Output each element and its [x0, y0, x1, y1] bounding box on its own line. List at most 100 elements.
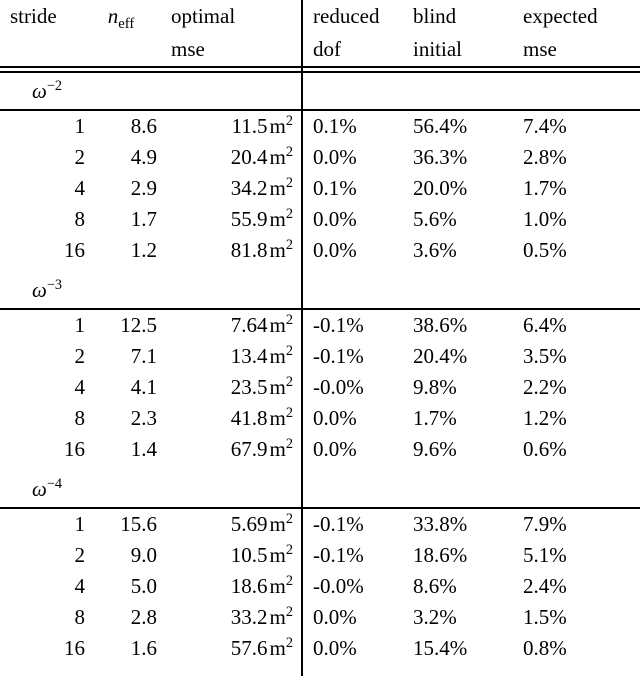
group-label-row: ω−3	[0, 272, 640, 308]
cell-reduced-dof: 0.0%	[313, 636, 357, 660]
table-row: 16 1.4 67.9m2 0.0% 9.6% 0.6%	[0, 434, 640, 465]
cell-optimal-mse: 11.5m2	[231, 113, 293, 138]
unit-exponent: 2	[285, 405, 293, 421]
group-label-3: ω−4	[32, 476, 63, 501]
cell-expected-mse: 2.2%	[523, 375, 567, 399]
column-header-n-eff: neff	[85, 0, 157, 33]
cell-stride: 8	[74, 207, 86, 231]
cell-stride: 1	[74, 313, 86, 337]
cell-n-eff: 15.6	[120, 512, 157, 536]
n-eff-subscript: eff	[118, 16, 135, 33]
header-double-rule	[0, 66, 640, 68]
column-header-reduced-dof-line2: dof	[313, 37, 341, 61]
cell-optimal-mse: 67.9m2	[230, 436, 293, 461]
unit-exponent: 2	[285, 436, 293, 452]
cell-expected-mse: 1.0%	[523, 207, 567, 231]
group-label-exponent: −2	[46, 78, 63, 94]
column-header-expected-mse-line2: mse	[523, 37, 557, 61]
cell-expected-mse: 2.8%	[523, 145, 567, 169]
group-rule	[0, 308, 640, 310]
cell-expected-mse: 0.5%	[523, 238, 567, 262]
unit-exponent: 2	[285, 144, 293, 160]
cell-n-eff: 2.3	[130, 406, 157, 430]
cell-reduced-dof: -0.1%	[313, 543, 364, 567]
cell-expected-mse: 3.5%	[523, 344, 567, 368]
unit-square-metres: m2	[269, 405, 293, 430]
cell-reduced-dof: -0.0%	[313, 375, 364, 399]
results-table: stride neff optimal reduced blind expect…	[0, 0, 640, 676]
group-label-2: ω−3	[32, 277, 63, 302]
table-row: 2 9.0 10.5m2 -0.1% 18.6% 5.1%	[0, 540, 640, 571]
cell-blind-initial: 18.6%	[413, 543, 468, 567]
cell-reduced-dof: 0.0%	[313, 238, 357, 262]
cell-stride: 16	[64, 636, 85, 660]
table-row: 16 1.2 81.8m2 0.0% 3.6% 0.5%	[0, 235, 640, 266]
unit-square-metres: m2	[269, 144, 293, 169]
cell-stride: 2	[74, 145, 86, 169]
cell-expected-mse: 5.1%	[523, 543, 567, 567]
cell-stride: 2	[74, 344, 86, 368]
column-header-blind-initial-line1: blind	[413, 4, 457, 28]
cell-blind-initial: 38.6%	[413, 313, 468, 337]
cell-blind-initial: 36.3%	[413, 145, 468, 169]
group-label-exponent: −3	[46, 277, 63, 293]
cell-n-eff: 1.6	[130, 636, 157, 660]
cell-expected-mse: 7.9%	[523, 512, 567, 536]
group-label-1: ω−2	[32, 78, 63, 103]
cell-n-eff: 4.9	[130, 145, 157, 169]
cell-reduced-dof: 0.1%	[313, 176, 357, 200]
group-label-exponent: −4	[46, 476, 63, 492]
cell-reduced-dof: 0.0%	[313, 605, 357, 629]
table-row: 1 8.6 11.5m2 0.1% 56.4% 7.4%	[0, 111, 640, 142]
cell-stride: 2	[74, 543, 86, 567]
cell-stride: 4	[74, 574, 86, 598]
table-body: ω−2 1 8.6 11.5m2 0.1% 56.4% 7.4% 2 4.9 20.4m2 0.0%…	[0, 73, 640, 664]
cell-optimal-mse: 23.5m2	[230, 374, 293, 399]
table-header-row-1: stride neff optimal reduced blind expect…	[0, 0, 640, 33]
table-row: 4 5.0 18.6m2 -0.0% 8.6% 2.4%	[0, 571, 640, 602]
cell-optimal-mse: 18.6m2	[230, 573, 293, 598]
cell-optimal-mse: 34.2m2	[230, 175, 293, 200]
cell-blind-initial: 8.6%	[413, 574, 457, 598]
cell-stride: 4	[74, 375, 86, 399]
unit-square-metres: m2	[269, 113, 293, 138]
cell-n-eff: 9.0	[130, 543, 157, 567]
unit-exponent: 2	[285, 113, 293, 129]
unit-square-metres: m2	[269, 343, 293, 368]
cell-blind-initial: 20.0%	[413, 176, 468, 200]
cell-stride: 4	[74, 176, 86, 200]
cell-optimal-mse: 10.5m2	[230, 542, 293, 567]
cell-reduced-dof: 0.0%	[313, 207, 357, 231]
unit-exponent: 2	[285, 175, 293, 191]
cell-optimal-mse: 33.2m2	[230, 604, 293, 629]
table-row: 1 15.6 5.69m2 -0.1% 33.8% 7.9%	[0, 509, 640, 540]
cell-n-eff: 1.7	[130, 207, 157, 231]
group-label-row: ω−4	[0, 471, 640, 507]
cell-stride: 8	[74, 406, 86, 430]
group-rule	[0, 109, 640, 111]
table-row: 4 2.9 34.2m2 0.1% 20.0% 1.7%	[0, 173, 640, 204]
unit-square-metres: m2	[269, 175, 293, 200]
unit-exponent: 2	[285, 511, 293, 527]
cell-reduced-dof: -0.1%	[313, 344, 364, 368]
cell-n-eff: 2.9	[130, 176, 157, 200]
column-header-optimal-mse-line2: mse	[171, 37, 205, 61]
cell-blind-initial: 15.4%	[413, 636, 468, 660]
cell-expected-mse: 0.6%	[523, 437, 567, 461]
table-row: 4 4.1 23.5m2 -0.0% 9.8% 2.2%	[0, 372, 640, 403]
unit-square-metres: m2	[269, 374, 293, 399]
cell-expected-mse: 1.2%	[523, 406, 567, 430]
unit-square-metres: m2	[269, 511, 293, 536]
cell-reduced-dof: 0.1%	[313, 114, 357, 138]
cell-optimal-mse: 55.9m2	[230, 206, 293, 231]
cell-expected-mse: 0.8%	[523, 636, 567, 660]
cell-stride: 8	[74, 605, 86, 629]
cell-blind-initial: 1.7%	[413, 406, 457, 430]
unit-exponent: 2	[285, 237, 293, 253]
unit-square-metres: m2	[269, 573, 293, 598]
cell-n-eff: 1.4	[130, 437, 157, 461]
unit-exponent: 2	[285, 604, 293, 620]
cell-optimal-mse: 13.4m2	[230, 343, 293, 368]
unit-square-metres: m2	[269, 604, 293, 629]
cell-reduced-dof: -0.1%	[313, 313, 364, 337]
